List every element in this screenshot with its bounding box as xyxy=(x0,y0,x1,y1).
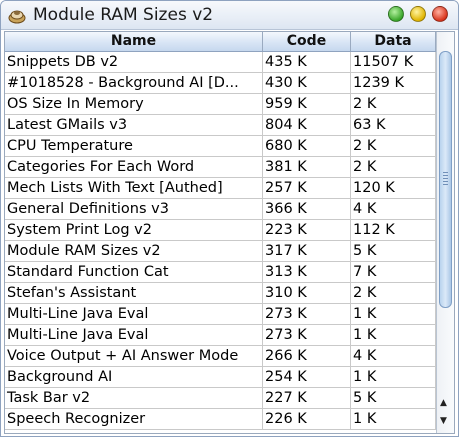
cell-data: 11507 K xyxy=(351,52,436,72)
cell-name: Categories For Each Word xyxy=(5,157,263,177)
cell-data: 4 K xyxy=(351,199,436,219)
cell-data: 2 K xyxy=(351,157,436,177)
table-row[interactable]: Speech Recognizer 226 K1 K xyxy=(5,409,436,430)
cell-name: Voice Output + AI Answer Mode xyxy=(5,346,263,366)
thumb-grip-line xyxy=(443,181,448,182)
cell-data: 1 K xyxy=(351,409,436,429)
cell-data: 120 K xyxy=(351,178,436,198)
cell-data: 112 K xyxy=(351,220,436,240)
arrow-up-icon[interactable]: ▲ xyxy=(440,398,447,408)
cell-data: 4 K xyxy=(351,346,436,366)
cell-code: 273 K xyxy=(263,304,351,324)
cell-name: Latest GMails v3 xyxy=(5,115,263,135)
title-bar[interactable]: Module RAM Sizes v2 xyxy=(1,1,458,30)
module-ram-sizes-window: Module RAM Sizes v2 Name Code Data Snipp… xyxy=(0,0,459,437)
cell-name: Standard Function Cat xyxy=(5,262,263,282)
cell-code: 430 K xyxy=(263,73,351,93)
cell-code: 273 K xyxy=(263,325,351,345)
cell-data: 2 K xyxy=(351,136,436,156)
cell-code: 226 K xyxy=(263,409,351,429)
table-body: Snippets DB v2 435 K 11507 K #1018528 - Bac… xyxy=(5,52,436,430)
thumb-grip-line xyxy=(443,175,448,176)
column-header-data[interactable]: Data xyxy=(351,32,436,51)
table-row[interactable]: General Definitions v3 366 K4 K xyxy=(5,199,436,220)
cell-name: Snippets DB v2 xyxy=(5,52,263,72)
vertical-scrollbar[interactable]: ▲ ▼ xyxy=(436,32,454,433)
table-row[interactable]: Categories For Each Word 381 K2 K xyxy=(5,157,436,178)
cell-code: 381 K xyxy=(263,157,351,177)
cell-name: System Print Log v2 xyxy=(5,220,263,240)
close-button[interactable] xyxy=(432,6,448,22)
cell-data: 1239 K xyxy=(351,73,436,93)
cell-data: 2 K xyxy=(351,94,436,114)
cell-name: Task Bar v2 xyxy=(5,388,263,408)
table-row[interactable]: System Print Log v2 223 K 112 K xyxy=(5,220,436,241)
cell-code: 266 K xyxy=(263,346,351,366)
maximize-button[interactable] xyxy=(388,6,404,22)
cell-code: 313 K xyxy=(263,262,351,282)
cell-code: 310 K xyxy=(263,283,351,303)
table-row[interactable]: Standard Function Cat 313 K7 K xyxy=(5,262,436,283)
cell-name: Speech Recognizer xyxy=(5,409,263,429)
cell-name: #1018528 - Background AI [D... xyxy=(5,73,263,93)
table-row[interactable]: Latest GMails v3 804 K 63 K xyxy=(5,115,436,136)
table-row[interactable]: #1018528 - Background AI [D... 430 K 1239 … xyxy=(5,73,436,94)
window-title: Module RAM Sizes v2 xyxy=(33,5,214,25)
scrollbar-thumb[interactable] xyxy=(439,51,452,308)
cell-data: 63 K xyxy=(351,115,436,135)
cell-code: 317 K xyxy=(263,241,351,261)
column-header-name[interactable]: Name xyxy=(5,32,263,51)
column-header-code[interactable]: Code xyxy=(263,32,351,51)
cell-code: 804 K xyxy=(263,115,351,135)
cell-name: CPU Temperature xyxy=(5,136,263,156)
thumb-grip-line xyxy=(443,184,448,185)
table-row[interactable]: Snippets DB v2 435 K 11507 K xyxy=(5,52,436,73)
cell-code: 254 K xyxy=(263,367,351,387)
app-icon xyxy=(8,10,26,24)
table-row[interactable]: Multi-Line Java Eval 273 K1 K xyxy=(5,304,436,325)
cell-code: 959 K xyxy=(263,94,351,114)
cell-code: 366 K xyxy=(263,199,351,219)
module-table: Name Code Data Snippets DB v2 435 K 11507 … xyxy=(4,31,455,434)
cell-code: 435 K xyxy=(263,52,351,72)
cell-name: Multi-Line Java Eval xyxy=(5,325,263,345)
cell-name: Multi-Line Java Eval xyxy=(5,304,263,324)
cell-data: 2 K xyxy=(351,283,436,303)
cell-name: Background AI xyxy=(5,367,263,387)
table-row[interactable]: Background AI 254 K1 K xyxy=(5,367,436,388)
table-row[interactable]: Mech Lists With Text [Authed] 257 K 120 K xyxy=(5,178,436,199)
cell-code: 680 K xyxy=(263,136,351,156)
cell-code: 227 K xyxy=(263,388,351,408)
cell-code: 257 K xyxy=(263,178,351,198)
cell-name: Mech Lists With Text [Authed] xyxy=(5,178,263,198)
thumb-grip-line xyxy=(443,178,448,179)
thumb-grip-line xyxy=(443,172,448,173)
cell-data: 7 K xyxy=(351,262,436,282)
table-row[interactable]: CPU Temperature 680 K2 K xyxy=(5,136,436,157)
cell-data: 1 K xyxy=(351,325,436,345)
table-row[interactable]: Voice Output + AI Answer Mode 266 K4 K xyxy=(5,346,436,367)
cell-data: 5 K xyxy=(351,241,436,261)
table-row[interactable]: Stefan's Assistant 310 K2 K xyxy=(5,283,436,304)
minimize-button[interactable] xyxy=(410,6,426,22)
table-row[interactable]: OS Size In Memory 959 K2 K xyxy=(5,94,436,115)
cell-name: Stefan's Assistant xyxy=(5,283,263,303)
cell-code: 223 K xyxy=(263,220,351,240)
table-row[interactable]: Module RAM Sizes v2 317 K5 K xyxy=(5,241,436,262)
cell-name: OS Size In Memory xyxy=(5,94,263,114)
table-row[interactable]: Multi-Line Java Eval 273 K1 K xyxy=(5,325,436,346)
arrow-down-icon[interactable]: ▼ xyxy=(440,416,447,426)
table-header: Name Code Data xyxy=(5,32,436,52)
cell-data: 1 K xyxy=(351,304,436,324)
cell-name: General Definitions v3 xyxy=(5,199,263,219)
table-row[interactable]: Task Bar v2 227 K5 K xyxy=(5,388,436,409)
cell-data: 1 K xyxy=(351,367,436,387)
cell-name: Module RAM Sizes v2 xyxy=(5,241,263,261)
cell-data: 5 K xyxy=(351,388,436,408)
